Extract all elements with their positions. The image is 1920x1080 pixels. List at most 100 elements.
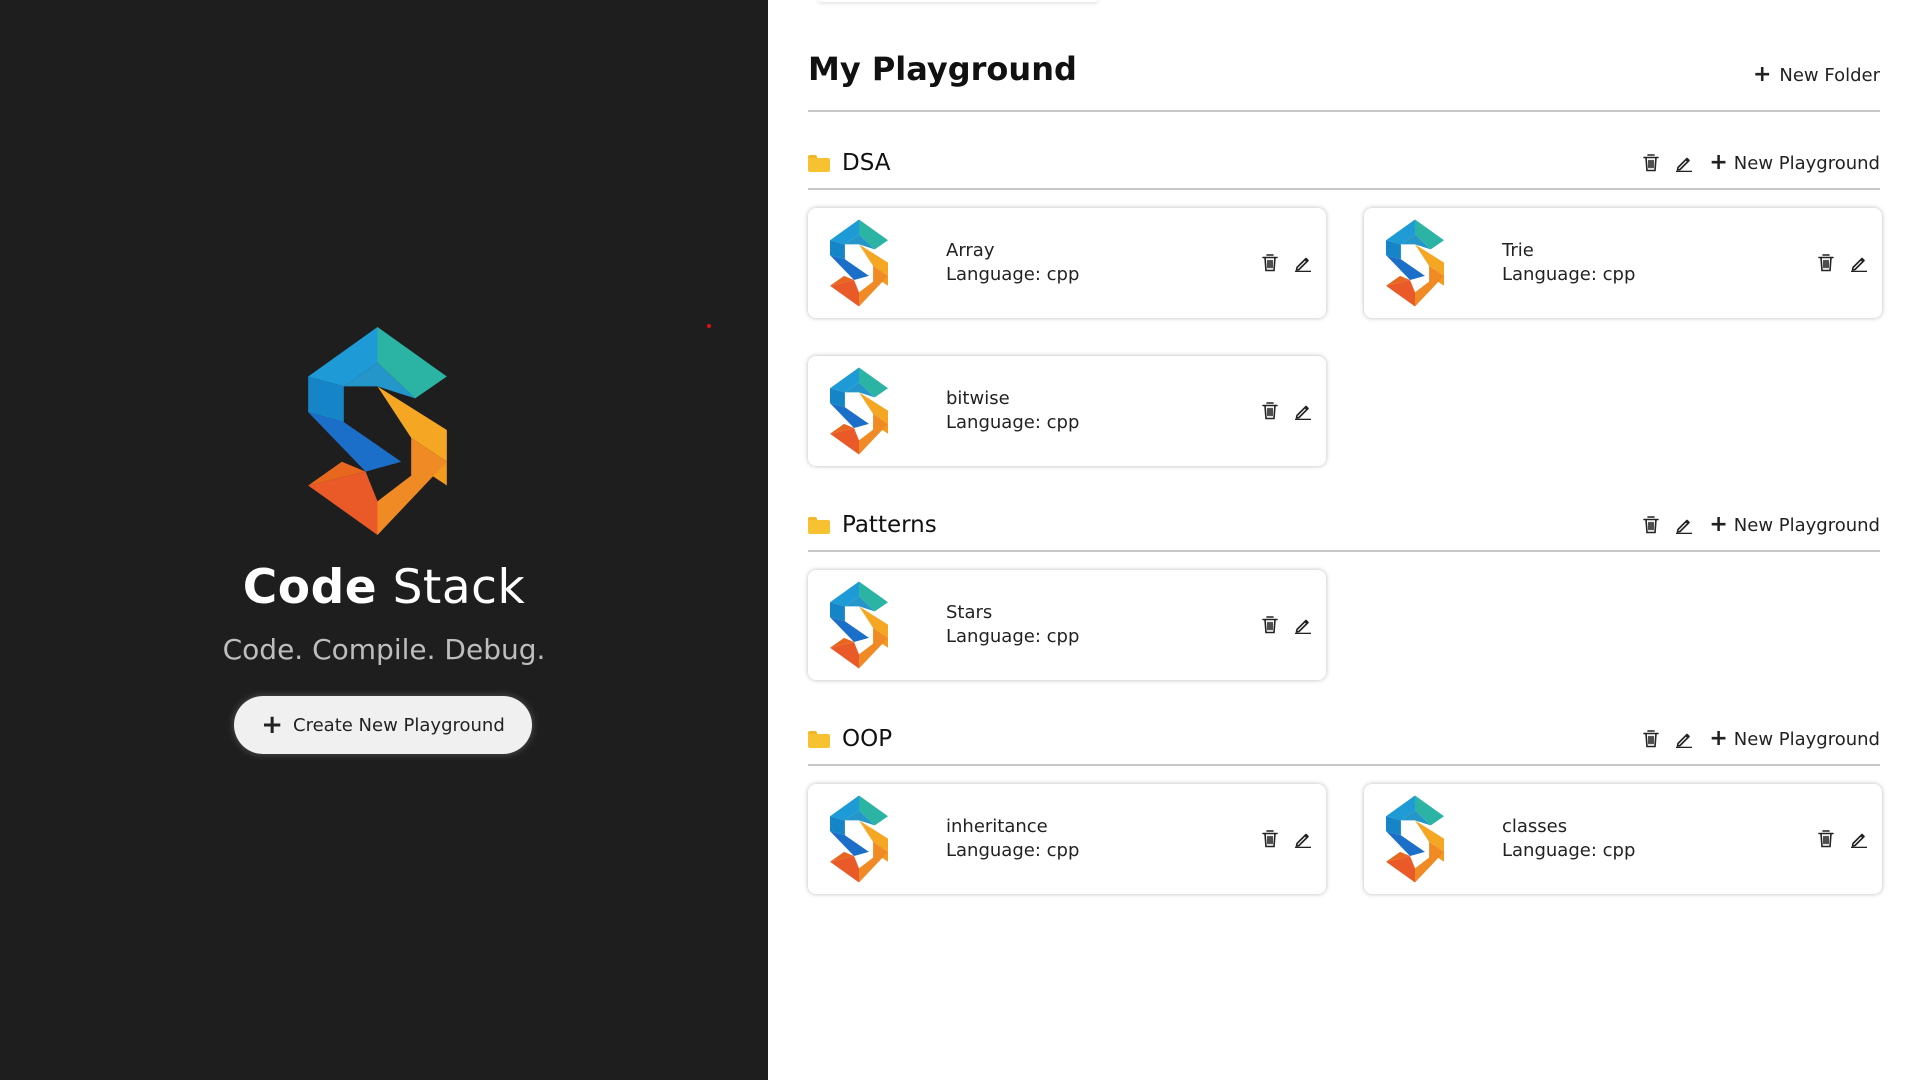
page-header: My Playground + New Folder (808, 50, 1880, 112)
playground-card[interactable]: Trie Language: cpp (1364, 208, 1882, 318)
plus-icon: + (1709, 512, 1728, 537)
playground-cards: Array Language: cpp Trie Language: cpp b… (808, 208, 1882, 466)
new-playground-button[interactable]: + New Playground (1709, 728, 1880, 750)
brand-name-light: Stack (392, 560, 526, 615)
plus-icon: + (1709, 726, 1728, 751)
playground-card[interactable]: Stars Language: cpp (808, 570, 1326, 680)
code-stack-logo-icon (830, 795, 888, 883)
page-title-bold: Playground (871, 50, 1077, 88)
trash-icon (1643, 730, 1659, 748)
folder-actions: + New Playground (1643, 152, 1880, 174)
playground-card[interactable]: bitwise Language: cpp (808, 356, 1326, 466)
folder-title: DSA (808, 150, 890, 176)
folder-title: Patterns (808, 512, 937, 538)
card-language: Language: cpp (946, 626, 1080, 647)
edit-playground-button[interactable] (1294, 254, 1312, 272)
card-language: Language: cpp (946, 840, 1080, 861)
code-stack-logo-icon (1386, 219, 1444, 307)
card-actions (1262, 830, 1312, 848)
sidebar-panel: Code Stack Code. Compile. Debug. + Creat… (0, 0, 768, 1080)
top-scroll-indicator (818, 0, 1098, 2)
pencil-icon (1294, 402, 1312, 420)
pencil-icon (1294, 830, 1312, 848)
edit-folder-button[interactable] (1675, 154, 1693, 172)
trash-icon (1262, 402, 1278, 420)
folder-name: OOP (842, 726, 893, 752)
card-info: Stars Language: cpp (946, 601, 1262, 649)
edit-playground-button[interactable] (1294, 830, 1312, 848)
delete-playground-button[interactable] (1262, 402, 1278, 420)
create-new-playground-button[interactable]: + Create New Playground (234, 696, 532, 754)
card-actions (1818, 830, 1868, 848)
folder-header: OOP + New Playground (808, 714, 1880, 766)
trash-icon (1262, 830, 1278, 848)
edit-playground-button[interactable] (1294, 616, 1312, 634)
edit-playground-button[interactable] (1850, 254, 1868, 272)
plus-icon: + (261, 710, 284, 740)
brand-name: Code Stack (0, 560, 768, 615)
folder-actions: + New Playground (1643, 728, 1880, 750)
plus-icon: + (1709, 150, 1728, 175)
folder-header: DSA + New Playground (808, 138, 1880, 190)
pencil-icon (1675, 154, 1693, 172)
code-stack-logo-icon (830, 367, 888, 455)
card-title: Stars (946, 602, 993, 623)
code-stack-logo-icon (830, 581, 888, 669)
card-info: Array Language: cpp (946, 239, 1262, 287)
card-actions (1262, 616, 1312, 634)
edit-playground-button[interactable] (1850, 830, 1868, 848)
new-playground-label: New Playground (1733, 514, 1880, 536)
playground-card[interactable]: inheritance Language: cpp (808, 784, 1326, 894)
playground-card[interactable]: Array Language: cpp (808, 208, 1326, 318)
folder-icon (808, 516, 830, 534)
page-title-light: My (808, 50, 861, 88)
new-playground-button[interactable]: + New Playground (1709, 514, 1880, 536)
new-playground-label: New Playground (1733, 152, 1880, 174)
card-info: Trie Language: cpp (1502, 239, 1818, 287)
card-language: Language: cpp (1502, 840, 1636, 861)
card-actions (1262, 254, 1312, 272)
pencil-icon (1850, 254, 1868, 272)
delete-playground-button[interactable] (1262, 830, 1278, 848)
page-title: My Playground (808, 50, 1077, 88)
edit-folder-button[interactable] (1675, 730, 1693, 748)
card-info: inheritance Language: cpp (946, 815, 1262, 863)
folder-actions: + New Playground (1643, 514, 1880, 536)
trash-icon (1643, 154, 1659, 172)
new-folder-button[interactable]: + New Folder (1753, 64, 1880, 86)
card-info: classes Language: cpp (1502, 815, 1818, 863)
plus-icon: + (1752, 62, 1772, 87)
tagline: Code. Compile. Debug. (222, 633, 546, 666)
trash-icon (1818, 254, 1834, 272)
pencil-icon (1294, 254, 1312, 272)
delete-playground-button[interactable] (1818, 254, 1834, 272)
code-stack-logo-icon (307, 327, 448, 535)
delete-folder-button[interactable] (1643, 154, 1659, 172)
card-title: classes (1502, 816, 1568, 837)
delete-folder-button[interactable] (1643, 730, 1659, 748)
create-new-playground-label: Create New Playground (293, 714, 505, 736)
folder-icon (808, 730, 830, 748)
code-stack-logo-icon (830, 219, 888, 307)
folder-icon (808, 154, 830, 172)
card-title: Trie (1502, 240, 1534, 261)
folder-patterns: Patterns + New Playground Stars Language… (808, 500, 1880, 680)
cursor-dot (707, 324, 711, 328)
delete-playground-button[interactable] (1262, 254, 1278, 272)
trash-icon (1262, 616, 1278, 634)
delete-playground-button[interactable] (1818, 830, 1834, 848)
folder-header: Patterns + New Playground (808, 500, 1880, 552)
new-playground-button[interactable]: + New Playground (1709, 152, 1880, 174)
edit-playground-button[interactable] (1294, 402, 1312, 420)
playground-card[interactable]: classes Language: cpp (1364, 784, 1882, 894)
card-info: bitwise Language: cpp (946, 387, 1262, 435)
playground-cards: inheritance Language: cpp classes Langua… (808, 784, 1882, 894)
pencil-icon (1675, 730, 1693, 748)
delete-playground-button[interactable] (1262, 616, 1278, 634)
folder-name: Patterns (842, 512, 937, 538)
brand-name-bold: Code (242, 560, 378, 615)
card-language: Language: cpp (946, 264, 1080, 285)
trash-icon (1643, 516, 1659, 534)
edit-folder-button[interactable] (1675, 516, 1693, 534)
delete-folder-button[interactable] (1643, 516, 1659, 534)
